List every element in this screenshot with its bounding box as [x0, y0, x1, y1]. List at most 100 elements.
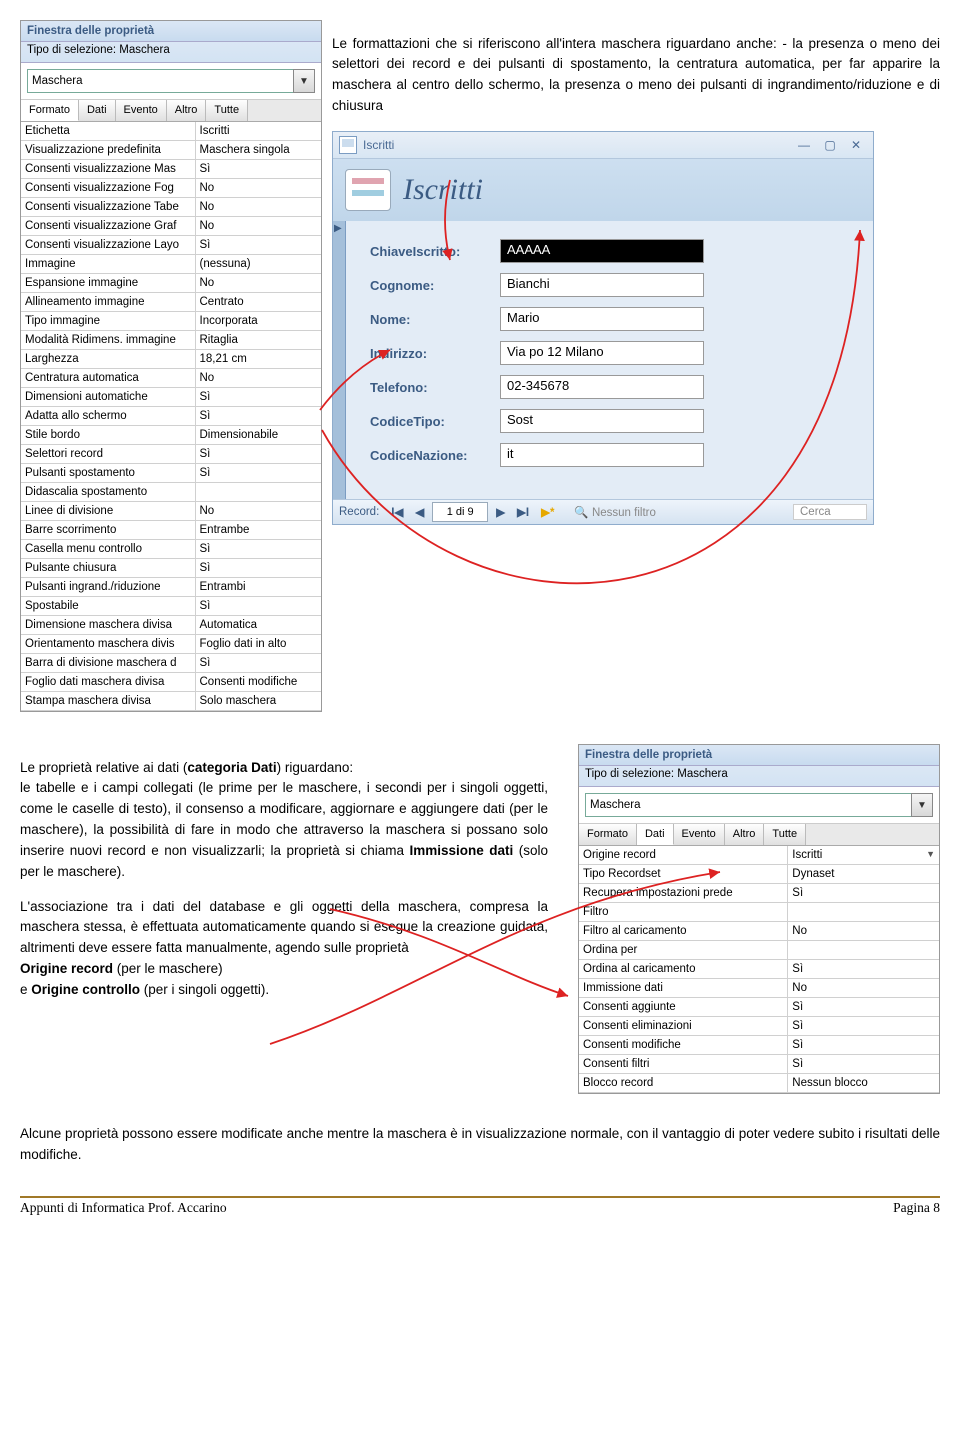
property-row[interactable]: Linee di divisioneNo — [21, 502, 321, 521]
form-field-row: Nome:Mario — [370, 307, 855, 331]
object-selector2-input[interactable] — [585, 793, 912, 817]
property-row[interactable]: Ordina per — [579, 941, 939, 960]
property-row[interactable]: Selettori recordSì — [21, 445, 321, 464]
property-row[interactable]: Casella menu controlloSì — [21, 540, 321, 559]
tab2-altro[interactable]: Altro — [725, 824, 765, 845]
field-value[interactable]: Via po 12 Milano — [500, 341, 704, 365]
property-row[interactable]: Consenti visualizzazione GrafNo — [21, 217, 321, 236]
property-row[interactable]: Foglio dati maschera divisaConsenti modi… — [21, 673, 321, 692]
field-value[interactable]: it — [500, 443, 704, 467]
property-row[interactable]: Dimensioni automaticheSì — [21, 388, 321, 407]
field-value[interactable]: 02-345678 — [500, 375, 704, 399]
property-row[interactable]: Larghezza18,21 cm — [21, 350, 321, 369]
property-row[interactable]: Modalità Ridimens. immagineRitaglia — [21, 331, 321, 350]
property-row[interactable]: Ordina al caricamentoSì — [579, 960, 939, 979]
nav-first-icon[interactable]: I◀ — [387, 505, 407, 519]
property-row[interactable]: Adatta allo schermoSì — [21, 407, 321, 426]
property-row[interactable]: Barra di divisione maschera dSì — [21, 654, 321, 673]
form-field-row: Telefono:02-345678 — [370, 375, 855, 399]
tab2-tutte[interactable]: Tutte — [764, 824, 806, 845]
property-tabs2: FormatoDatiEventoAltroTutte — [579, 823, 939, 846]
form-field-row: Indirizzo:Via po 12 Milano — [370, 341, 855, 365]
property-row[interactable]: EtichettaIscritti — [21, 122, 321, 141]
footer-left: Appunti di Informatica Prof. Accarino — [20, 1200, 227, 1216]
tab-tutte[interactable]: Tutte — [206, 100, 248, 121]
dropdown-icon[interactable]: ▼ — [293, 69, 315, 93]
field-value[interactable]: AAAAA — [500, 239, 704, 263]
origine-record-dropdown-icon[interactable]: ▼ — [926, 849, 935, 861]
property-row[interactable]: Stampa maschera divisaSolo maschera — [21, 692, 321, 711]
paragraph-final: Alcune proprietà possono essere modifica… — [20, 1124, 940, 1166]
field-value[interactable]: Mario — [500, 307, 704, 331]
property-row[interactable]: Centratura automaticaNo — [21, 369, 321, 388]
form-field-row: ChiaveIscritto:AAAAA — [370, 239, 855, 263]
nav-prev-icon[interactable]: ◀ — [411, 505, 428, 519]
property-sheet-subtitle: Tipo di selezione: Maschera — [21, 42, 321, 63]
nav-next-icon[interactable]: ▶ — [492, 505, 509, 519]
object-selector-input[interactable] — [27, 69, 294, 93]
property-row[interactable]: Consenti visualizzazione FogNo — [21, 179, 321, 198]
iscritti-form-window: Iscritti — ▢ ✕ Iscritti ▶ ChiaveIscritto… — [332, 131, 874, 525]
property-row[interactable]: Immissione datiNo — [579, 979, 939, 998]
property-sheet-dati: Finestra delle proprietà Tipo di selezio… — [578, 744, 940, 1094]
property-row[interactable]: SpostabileSì — [21, 597, 321, 616]
property-row[interactable]: Consenti visualizzazione MasSì — [21, 160, 321, 179]
form-titlebar: Iscritti — ▢ ✕ — [333, 132, 873, 159]
property-row[interactable]: Pulsanti ingrand./riduzioneEntrambi — [21, 578, 321, 597]
property-row[interactable]: Pulsanti spostamentoSì — [21, 464, 321, 483]
paragraph-dati-2: L'associazione tra i dati del database e… — [20, 897, 548, 1002]
property-row[interactable]: Consenti visualizzazione LayoSì — [21, 236, 321, 255]
search-box[interactable]: Cerca — [793, 504, 867, 520]
filter-status[interactable]: 🔍 Nessun filtro — [574, 505, 655, 519]
tab-altro[interactable]: Altro — [167, 100, 207, 121]
record-selector-bar[interactable]: ▶ — [333, 221, 346, 499]
field-value[interactable]: Bianchi — [500, 273, 704, 297]
tab2-evento[interactable]: Evento — [674, 824, 725, 845]
property-row[interactable]: Origine recordIscritti▼ — [579, 846, 939, 865]
field-value[interactable]: Sost — [500, 409, 704, 433]
property-row[interactable]: Stile bordoDimensionabile — [21, 426, 321, 445]
property-row[interactable]: Visualizzazione predefinitaMaschera sing… — [21, 141, 321, 160]
property-row[interactable]: Consenti visualizzazione TabeNo — [21, 198, 321, 217]
nav-last-icon[interactable]: ▶I — [513, 505, 533, 519]
close-icon[interactable]: ✕ — [845, 136, 867, 154]
property-row[interactable]: Didascalia spostamento — [21, 483, 321, 502]
dropdown2-icon[interactable]: ▼ — [911, 793, 933, 817]
property-table: EtichettaIscrittiVisualizzazione predefi… — [21, 122, 321, 711]
field-label: ChiaveIscritto: — [370, 244, 500, 259]
property-row[interactable]: Recupera impostazioni predeSì — [579, 884, 939, 903]
property-row[interactable]: Consenti modificheSì — [579, 1036, 939, 1055]
property-row[interactable]: Blocco recordNessun blocco — [579, 1074, 939, 1093]
property-row[interactable]: Immagine(nessuna) — [21, 255, 321, 274]
form-icon — [339, 136, 357, 154]
form-field-row: CodiceTipo:Sost — [370, 409, 855, 433]
property-tabs: FormatoDatiEventoAltroTutte — [21, 99, 321, 122]
tab-formato[interactable]: Formato — [21, 100, 79, 121]
record-position-input[interactable] — [432, 502, 488, 522]
maximize-icon[interactable]: ▢ — [819, 136, 841, 154]
tab2-dati[interactable]: Dati — [637, 824, 674, 845]
tab-evento[interactable]: Evento — [116, 100, 167, 121]
tab-dati[interactable]: Dati — [79, 100, 116, 121]
field-label: Cognome: — [370, 278, 500, 293]
property-row[interactable]: Orientamento maschera divisFoglio dati i… — [21, 635, 321, 654]
property-row[interactable]: Espansione immagineNo — [21, 274, 321, 293]
nav-new-icon[interactable]: ▶* — [537, 505, 558, 519]
property-row[interactable]: Allineamento immagineCentrato — [21, 293, 321, 312]
property-row[interactable]: Barre scorrimentoEntrambe — [21, 521, 321, 540]
form-large-icon — [345, 169, 391, 211]
minimize-icon[interactable]: — — [793, 136, 815, 154]
property-row[interactable]: Consenti filtriSì — [579, 1055, 939, 1074]
property-row[interactable]: Tipo immagineIncorporata — [21, 312, 321, 331]
field-label: CodiceTipo: — [370, 414, 500, 429]
property-row[interactable]: Consenti aggiunteSì — [579, 998, 939, 1017]
property-row[interactable]: Pulsante chiusuraSì — [21, 559, 321, 578]
property-row[interactable]: Filtro — [579, 903, 939, 922]
tab2-formato[interactable]: Formato — [579, 824, 637, 845]
property-row[interactable]: Consenti eliminazioniSì — [579, 1017, 939, 1036]
property-row[interactable]: Tipo RecordsetDynaset — [579, 865, 939, 884]
property-row[interactable]: Filtro al caricamentoNo — [579, 922, 939, 941]
form-header-title: Iscritti — [403, 173, 483, 207]
paragraph-dati-1: Le proprietà relative ai dati (categoria… — [20, 758, 548, 884]
property-row[interactable]: Dimensione maschera divisaAutomatica — [21, 616, 321, 635]
